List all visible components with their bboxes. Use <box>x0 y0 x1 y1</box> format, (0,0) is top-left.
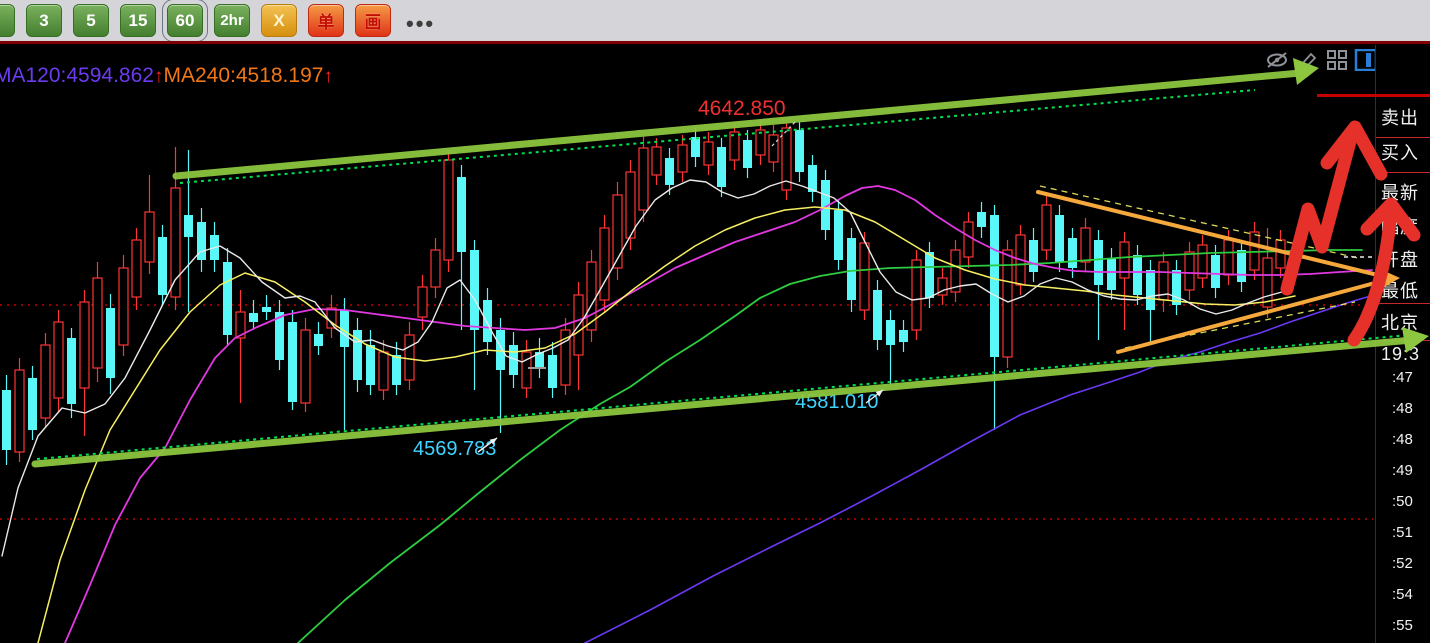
ma-indicator-readout: MA120:4594.862↑MA240:4518.197↑ <box>0 64 333 88</box>
tick-time-item: :55 <box>1392 617 1430 634</box>
timeframe-button-5[interactable]: 5 <box>73 4 109 37</box>
price-label-low-1: 4569.783 <box>413 438 496 461</box>
sidebar-separator <box>1376 340 1430 341</box>
sidebar-field-19:3: 19:3 <box>1381 344 1430 365</box>
pencil-icon[interactable] <box>1296 49 1320 71</box>
ma120-value: MA120:4594.862 <box>0 64 154 87</box>
tick-time-item: :47 <box>1392 369 1430 386</box>
price-label-low-2: 4581.010 <box>795 391 878 414</box>
timeframe-button-stub[interactable] <box>0 4 15 37</box>
more-options-button[interactable]: ••• <box>406 11 435 37</box>
sidebar-separator <box>1376 172 1430 173</box>
chart-tool-icons <box>1264 49 1378 71</box>
tick-time-item: :49 <box>1392 462 1430 479</box>
ma240-value: MA240:4518.197 <box>163 64 323 87</box>
timeframe-button-2hr[interactable]: 2hr <box>214 4 250 37</box>
sidebar-field-最新: 最新 <box>1381 179 1430 205</box>
tick-time-item: :54 <box>1392 586 1430 603</box>
sidebar-separator <box>1376 137 1430 138</box>
timeframe-button-画[interactable]: 画 <box>355 4 391 37</box>
tick-time-item: :52 <box>1392 555 1430 572</box>
quote-sidebar: 卖出买入最新幅度开盘最低北京 19:3 :47 :48 :48 :49 :50 :51 :52:… <box>1375 45 1430 643</box>
sidebar-field-最低: 最低 <box>1381 277 1430 303</box>
sidebar-top-border <box>1317 94 1430 97</box>
timeframe-button-X[interactable]: X <box>261 4 297 37</box>
tick-time-item: :48 <box>1392 400 1430 417</box>
tick-time-item: :50 <box>1392 493 1430 510</box>
price-label-high: 4642.850 <box>698 97 786 121</box>
ma240-up-arrow: ↑ <box>323 66 333 87</box>
trading-app-window: 35 15 60 2hr X单画 ••• MA120:4594.862 ↑MA240:451… <box>0 0 1430 643</box>
timeframe-button-15[interactable]: 15 <box>120 4 156 37</box>
timeframe-button-3[interactable]: 3 <box>26 4 62 37</box>
sidebar-field-买入[interactable]: 买入 <box>1381 139 1430 165</box>
sidebar-field-北京: 北京 <box>1381 309 1430 335</box>
eye-off-icon[interactable] <box>1264 49 1290 71</box>
toolbar-divider <box>0 41 1430 44</box>
timeframe-button-60[interactable]: 60 <box>167 4 203 37</box>
sidebar-field-卖出[interactable]: 卖出 <box>1381 104 1430 130</box>
sidebar-field-幅度: 幅度 <box>1381 213 1430 239</box>
sidebar-separator <box>1376 303 1430 304</box>
tick-time-item: :51 <box>1392 524 1430 541</box>
sidebar-field-开盘: 开盘 <box>1381 246 1430 272</box>
timeframe-button-单[interactable]: 单 <box>308 4 344 37</box>
timeframe-toolbar: 35 15 60 2hr X单画 ••• <box>0 0 1430 41</box>
tick-time-item: :48 <box>1392 431 1430 448</box>
grid-icon[interactable] <box>1326 49 1348 71</box>
